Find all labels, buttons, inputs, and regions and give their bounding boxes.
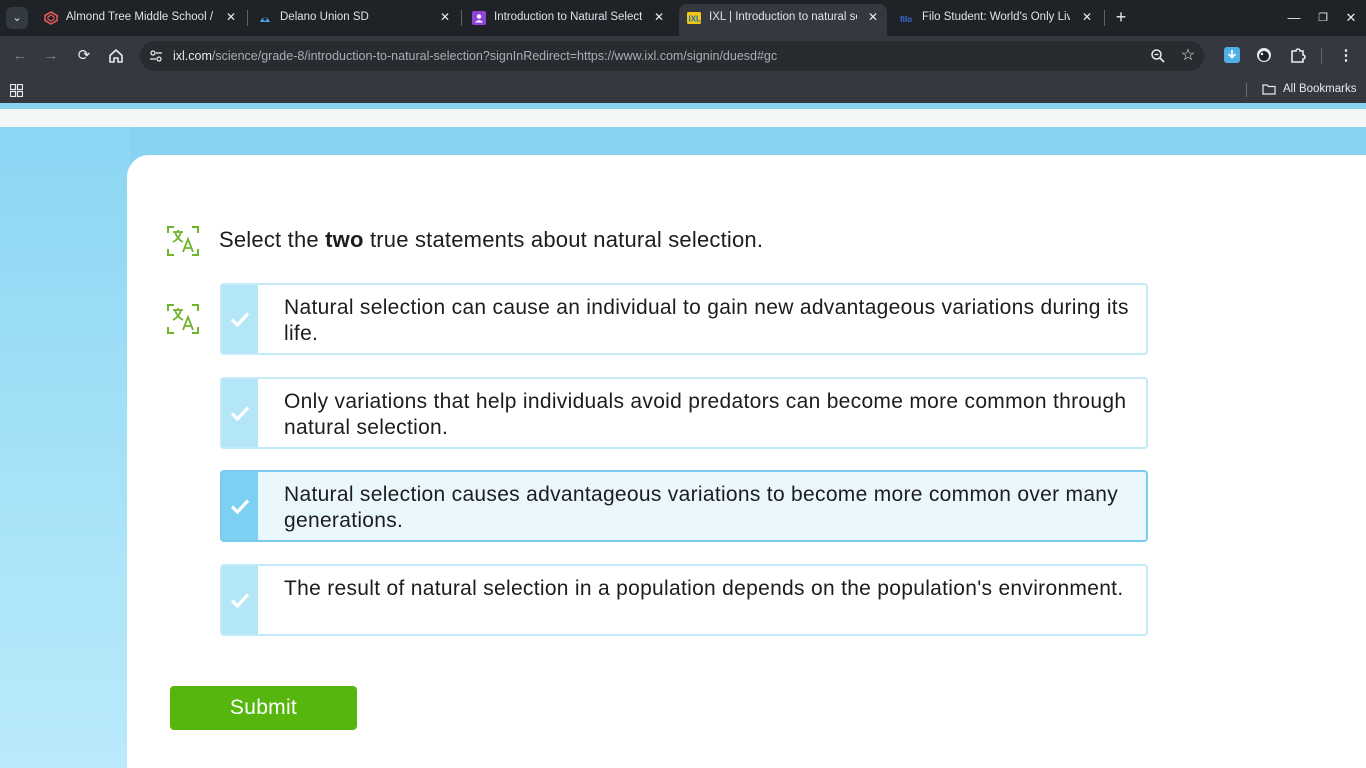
home-icon[interactable] — [107, 47, 125, 65]
apps-grid-icon[interactable] — [10, 84, 23, 97]
option-text: Natural selection causes advantageous va… — [284, 483, 1119, 532]
page-background — [0, 127, 130, 768]
close-tab-icon[interactable]: ✕ — [866, 10, 880, 24]
close-tab-icon[interactable]: ✕ — [1080, 10, 1094, 24]
question-prompt: Select the two true statements about nat… — [219, 227, 763, 253]
site-info-icon[interactable] — [149, 49, 163, 63]
question-suffix: true statements about natural selection. — [369, 227, 764, 252]
tab-title: Introduction to Natural Selectio — [494, 11, 642, 23]
checkmark-icon — [230, 593, 250, 608]
extension-puffin-icon[interactable] — [1255, 46, 1273, 64]
close-tab-icon[interactable]: ✕ — [438, 10, 452, 24]
district-icon — [260, 17, 270, 22]
checkmark-icon — [230, 406, 250, 421]
minimize-icon[interactable]: — — [1284, 8, 1304, 28]
school-icon — [44, 11, 58, 25]
checkmark-icon — [230, 499, 250, 514]
url-host: ixl.com — [173, 49, 212, 63]
page-header-strip — [0, 109, 1366, 127]
checkbox[interactable] — [222, 566, 258, 634]
answer-option-2[interactable]: Only variations that help individuals av… — [220, 377, 1148, 449]
tab-separator — [1104, 10, 1105, 26]
svg-text:filo: filo — [900, 15, 912, 24]
ixl-page: Select the two true statements about nat… — [0, 103, 1366, 768]
reload-icon[interactable]: ⟳ — [74, 46, 94, 66]
tab-title: Filo Student: World's Only Live I — [922, 11, 1070, 23]
url-text: ixl.com/science/grade-8/introduction-to-… — [173, 49, 777, 63]
tab-filo[interactable]: filo Filo Student: World's Only Live I ✕ — [892, 0, 1100, 36]
new-tab-button[interactable]: + — [1112, 8, 1130, 27]
tab-title: IXL | Introduction to natural sel — [709, 11, 857, 23]
filo-icon: filo — [900, 15, 912, 24]
tab-title: Almond Tree Middle School / H — [66, 11, 216, 23]
answer-option-4[interactable]: The result of natural selection in a pop… — [220, 564, 1148, 636]
browser-toolbar: ← → ⟳ ixl.com/science/grade-8/introducti… — [0, 36, 1366, 76]
checkbox[interactable] — [222, 285, 258, 353]
question-emphasis: two — [325, 227, 364, 252]
toolbar-separator — [1321, 48, 1322, 64]
option-text: Natural selection can cause an individua… — [284, 296, 1129, 345]
classroom-icon — [472, 11, 486, 25]
close-window-icon[interactable]: ✕ — [1341, 8, 1361, 28]
svg-text:IXL: IXL — [689, 15, 702, 24]
extensions-puzzle-icon[interactable] — [1289, 46, 1307, 64]
tab-introduction[interactable]: Introduction to Natural Selectio ✕ — [464, 0, 676, 36]
close-tab-icon[interactable]: ✕ — [652, 10, 666, 24]
question-prefix: Select the — [219, 227, 319, 252]
answer-option-1[interactable]: Natural selection can cause an individua… — [220, 283, 1148, 355]
tab-delano[interactable]: Delano Union SD ✕ — [250, 0, 458, 36]
url-path: /science/grade-8/introduction-to-natural… — [211, 49, 778, 63]
tab-title: Delano Union SD — [280, 11, 369, 23]
back-icon[interactable]: ← — [10, 46, 30, 66]
ixl-icon: IXL — [687, 12, 702, 24]
close-tab-icon[interactable]: ✕ — [224, 10, 238, 24]
extension-download-icon[interactable] — [1223, 46, 1241, 64]
restore-icon[interactable]: ❐ — [1313, 8, 1333, 28]
tab-search-button[interactable]: ⌄ — [6, 7, 28, 29]
forward-icon[interactable]: → — [41, 46, 61, 66]
checkbox[interactable] — [222, 472, 258, 540]
checkmark-icon — [230, 312, 250, 327]
tab-almond-tree[interactable]: Almond Tree Middle School / H ✕ — [36, 0, 244, 36]
checkbox[interactable] — [222, 379, 258, 447]
translate-icon[interactable] — [166, 225, 200, 257]
zoom-icon[interactable] — [1150, 48, 1166, 64]
tab-separator — [247, 10, 248, 26]
bookmark-star-icon[interactable]: ☆ — [1180, 48, 1196, 64]
tab-ixl[interactable]: IXL IXL | Introduction to natural sel ✕ — [679, 4, 887, 36]
question-card: Select the two true statements about nat… — [127, 155, 1366, 768]
tab-separator — [461, 10, 462, 26]
folder-icon — [1262, 84, 1276, 95]
bookmarks-separator — [1246, 83, 1247, 97]
bookmarks-bar: All Bookmarks — [0, 76, 1366, 103]
submit-button[interactable]: Submit — [170, 686, 357, 730]
option-text: Only variations that help individuals av… — [284, 390, 1127, 439]
translate-icon[interactable] — [166, 303, 200, 335]
tab-strip: ⌄ Almond Tree Middle School / H ✕ Delano… — [0, 0, 1366, 36]
all-bookmarks-link[interactable]: All Bookmarks — [1283, 83, 1357, 95]
menu-kebab-icon[interactable]: ⋮ — [1336, 46, 1356, 66]
option-text: The result of natural selection in a pop… — [284, 577, 1124, 600]
answer-option-3[interactable]: Natural selection causes advantageous va… — [220, 470, 1148, 542]
address-bar[interactable]: ixl.com/science/grade-8/introduction-to-… — [140, 41, 1204, 71]
